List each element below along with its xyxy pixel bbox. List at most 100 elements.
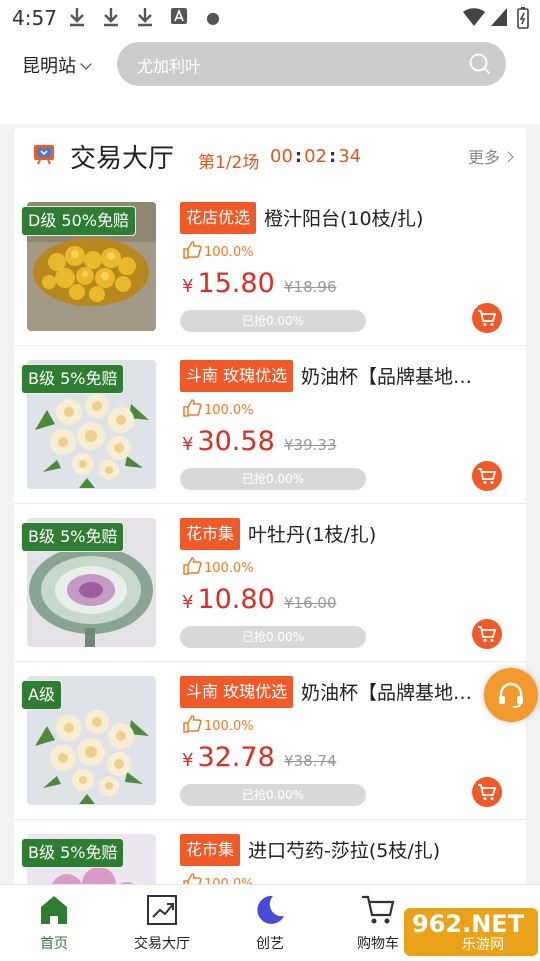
more-notifications-icon: ● xyxy=(206,8,220,27)
chevron-down-icon xyxy=(80,58,92,70)
price-value: 30.58 xyxy=(197,426,275,457)
price-value: 15.80 xyxy=(197,268,275,299)
download-icon xyxy=(104,8,118,27)
city-selector[interactable]: 昆明站 xyxy=(22,52,92,78)
product-row[interactable]: A级 斗南 玫瑰优选 奶油杯【品牌基地… 100.0% ¥32.78 ¥38.7… xyxy=(14,662,526,820)
add-to-cart-button[interactable] xyxy=(472,777,502,807)
product-row[interactable]: B级 5%免赔 斗南 玫瑰优选 奶油杯【品牌基地… 100.0% ¥30.58 … xyxy=(14,346,526,504)
search-placeholder: 尤加利叶 xyxy=(137,57,202,76)
rating-value: 100.0% xyxy=(204,719,254,734)
currency-symbol: ¥ xyxy=(182,276,194,297)
rating-value: 100.0% xyxy=(204,561,254,576)
watermark-sub: 乐游网 xyxy=(462,937,504,953)
thumbs-up-icon xyxy=(183,557,202,575)
nav-label: 交易大厅 xyxy=(134,936,190,952)
product-row[interactable]: D级 50%免赔 花店优选 橙汁阳台(10枝/扎) 100.0% ¥15.80 … xyxy=(14,188,526,346)
category-tag: 斗南 玫瑰优选 xyxy=(180,360,294,392)
sold-progress-bar: 已抢0.00% xyxy=(180,310,366,332)
wifi-icon xyxy=(463,8,485,26)
nav-label: 首页 xyxy=(40,936,68,952)
sold-progress-label: 已抢0.00% xyxy=(241,314,305,328)
sold-progress-label: 已抢0.00% xyxy=(241,630,305,644)
top-header: 昆明站 尤加利叶 xyxy=(0,36,540,124)
currency-symbol: ¥ xyxy=(182,750,194,771)
product-name: 进口芍药-莎拉(5枝/扎) xyxy=(248,840,441,862)
category-tag: 花市集 xyxy=(180,834,241,866)
price: ¥10.80 xyxy=(182,584,275,615)
thumbs-up-icon xyxy=(183,399,202,417)
trend-chart-icon xyxy=(147,895,177,925)
site-watermark: 962.NET 乐游网 xyxy=(404,908,538,956)
product-row[interactable]: B级 5%免赔 花市集 进口芍药-莎拉(5枝/扎) 100.0% xyxy=(14,820,526,888)
currency-symbol: ¥ xyxy=(182,434,194,455)
headset-icon xyxy=(499,682,523,708)
add-to-cart-button[interactable] xyxy=(472,619,502,649)
price: ¥15.80 xyxy=(182,268,275,299)
sold-progress-bar: 已抢0.00% xyxy=(180,626,366,648)
nav-label: 创艺 xyxy=(256,936,284,952)
original-price: ¥16.00 xyxy=(284,594,337,612)
cart-icon xyxy=(478,468,497,484)
product-row[interactable]: B级 5%免赔 花市集 叶牡丹(1枝/扎) 100.0% ¥10.80 ¥16.… xyxy=(14,504,526,662)
price-value: 10.80 xyxy=(197,584,275,615)
trading-hall-icon xyxy=(34,145,54,165)
thumbs-up-icon xyxy=(183,715,202,733)
session-indicator: 第1/2场 xyxy=(198,153,260,173)
product-name: 叶牡丹(1枝/扎) xyxy=(248,524,377,546)
original-price: ¥38.74 xyxy=(284,752,337,770)
nav-creative[interactable]: 创艺 xyxy=(220,893,320,953)
section-title: 交易大厅 xyxy=(70,144,175,174)
countdown-hours: 00 xyxy=(270,146,293,167)
countdown-minutes: 02 xyxy=(304,146,328,167)
section-header: 交易大厅 第1/2场 00:02:34 更多 xyxy=(14,128,526,188)
download-icon xyxy=(70,8,84,27)
product-name: 奶油杯【品牌基地… xyxy=(301,366,473,388)
price: ¥32.78 xyxy=(182,742,275,773)
add-to-cart-button[interactable] xyxy=(472,303,502,333)
add-to-cart-button[interactable] xyxy=(472,461,502,491)
download-icon xyxy=(138,8,152,27)
rating: 100.0% xyxy=(182,240,254,260)
sold-progress-label: 已抢0.00% xyxy=(241,472,305,486)
search-icon[interactable] xyxy=(468,52,492,76)
cart-icon xyxy=(478,310,497,326)
cart-icon xyxy=(478,626,497,642)
category-tag: 花店优选 xyxy=(180,202,257,234)
category-tag: 花市集 xyxy=(180,518,241,550)
city-label: 昆明站 xyxy=(22,56,76,77)
grade-badge: A级 xyxy=(21,680,62,710)
rating: 100.0% xyxy=(182,398,254,418)
grade-badge: B级 5%免赔 xyxy=(21,838,125,868)
grade-badge: B级 5%免赔 xyxy=(21,522,125,552)
status-time: 4:57 xyxy=(12,6,57,30)
rating-value: 100.0% xyxy=(204,403,254,418)
countdown-timer: 00:02:34 xyxy=(270,146,362,167)
nav-home[interactable]: 首页 xyxy=(4,893,104,953)
signal-icon xyxy=(491,8,507,26)
countdown-seconds: 34 xyxy=(338,146,362,167)
grade-badge: D级 50%免赔 xyxy=(21,206,136,236)
rating: 100.0% xyxy=(182,714,254,734)
app-notification-icon xyxy=(171,8,187,24)
home-icon xyxy=(41,896,67,924)
original-price: ¥18.96 xyxy=(284,278,337,296)
product-name: 奶油杯【品牌基地… xyxy=(301,682,473,704)
battery-icon xyxy=(517,7,529,29)
more-label: 更多 xyxy=(467,148,500,167)
category-tag: 斗南 玫瑰优选 xyxy=(180,676,294,708)
currency-symbol: ¥ xyxy=(182,592,194,613)
sold-progress-bar: 已抢0.00% xyxy=(180,784,366,806)
product-name: 橙汁阳台(10枝/扎) xyxy=(264,208,424,230)
trading-hall-card: 交易大厅 第1/2场 00:02:34 更多 D级 50%免赔 花店优选 橙汁阳… xyxy=(14,128,526,888)
cart-icon xyxy=(362,895,395,924)
sold-progress-bar: 已抢0.00% xyxy=(180,468,366,490)
more-link[interactable]: 更多 xyxy=(467,144,514,168)
chevron-right-icon xyxy=(502,151,514,163)
customer-service-button[interactable] xyxy=(484,668,538,722)
search-input[interactable]: 尤加利叶 xyxy=(117,42,506,86)
original-price: ¥39.33 xyxy=(284,436,337,454)
moon-icon xyxy=(257,895,284,924)
nav-trading-hall[interactable]: 交易大厅 xyxy=(112,893,212,953)
rating: 100.0% xyxy=(182,556,254,576)
grade-badge: B级 5%免赔 xyxy=(21,364,125,394)
